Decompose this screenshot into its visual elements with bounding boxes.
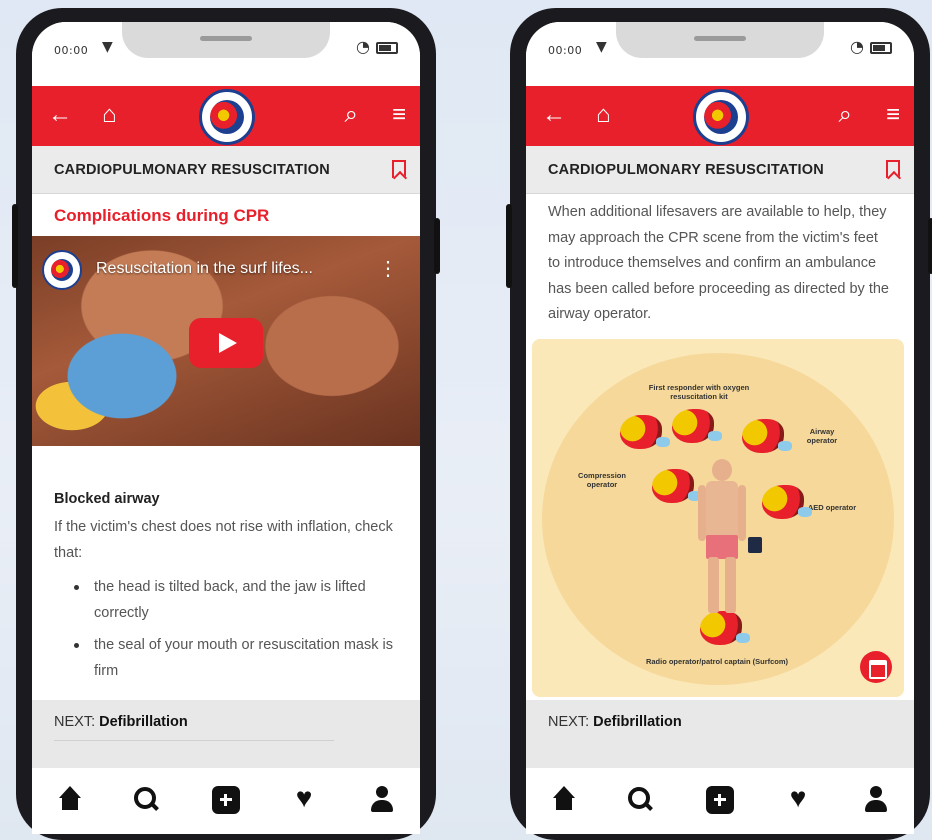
wifi-icon: ◔ (850, 37, 864, 56)
nav-profile-icon[interactable] (862, 786, 890, 814)
back-arrow-icon[interactable]: ← (48, 100, 72, 130)
next-prefix: NEXT: (54, 714, 100, 730)
back-arrow-icon[interactable]: ← (542, 100, 566, 130)
battery-icon (870, 42, 892, 54)
nav-home-icon[interactable] (550, 786, 578, 814)
victim-head (712, 459, 732, 481)
status-time: 00:00 (54, 44, 89, 57)
nav-add-icon[interactable] (706, 786, 734, 814)
nav-heart-icon[interactable]: ♥ (784, 784, 812, 814)
article-subheading: Blocked airway (54, 491, 160, 507)
status-time: 00:00 (548, 44, 583, 57)
next-link[interactable]: NEXT: Defibrillation (54, 714, 188, 730)
home-icon[interactable]: ⌂ (102, 100, 117, 130)
bottom-nav: ♥ (526, 768, 914, 834)
page-title-bar: CARDIOPULMONARY RESUSCITATION (32, 146, 420, 194)
status-bar: 00:00 ▼ ◔ (32, 22, 420, 86)
next-link[interactable]: NEXT: Defibrillation (548, 714, 682, 730)
battery-icon (376, 42, 398, 54)
next-link-bar[interactable]: NEXT: Defibrillation (32, 700, 420, 768)
menu-icon[interactable]: ≡ (886, 100, 900, 130)
expand-image-button[interactable] (860, 651, 892, 683)
logo-emblem (704, 100, 738, 134)
app-bar: ← ⌂ ⌕ ≡ (32, 86, 420, 146)
victim-body (706, 481, 738, 541)
rescuer-figure (762, 485, 812, 519)
section-heading: Complications during CPR (54, 206, 270, 225)
label-airway-operator: Airway operator (806, 427, 838, 445)
logo[interactable] (693, 89, 749, 145)
nav-search-icon[interactable] (626, 786, 654, 814)
bookmark-icon[interactable] (392, 160, 406, 178)
side-button (434, 218, 440, 274)
page-title: CARDIOPULMONARY RESUSCITATION (54, 162, 330, 178)
search-icon[interactable]: ⌕ (345, 100, 358, 130)
play-button[interactable] (189, 318, 263, 368)
app-bar: ← ⌂ ⌕ ≡ (526, 86, 914, 146)
logo-emblem (210, 100, 244, 134)
rescuer-figure (700, 611, 750, 645)
signal-icon: ▼ (596, 39, 607, 55)
speaker (200, 36, 252, 41)
notch (616, 22, 824, 58)
aed-device (748, 537, 762, 553)
rescuer-figure (620, 415, 670, 449)
nav-heart-icon[interactable]: ♥ (290, 784, 318, 814)
video-player[interactable]: Resuscitation in the surf lifes... ⋮ (32, 236, 420, 446)
next-link-bar[interactable]: NEXT: Defibrillation (526, 700, 914, 768)
screen-left: 00:00 ▼ ◔ ← ⌂ ⌕ ≡ CARDIOPULMONARY RESUSC… (32, 22, 420, 834)
phone-right: 00:00 ▼ ◔ ← ⌂ ⌕ ≡ CARDIOPULMONARY RESUSC… (506, 8, 932, 840)
label-radio-operator: Radio operator/patrol captain (Surfcom) (645, 657, 789, 666)
signal-icon: ▼ (102, 39, 113, 55)
nav-search-icon[interactable] (132, 786, 160, 814)
victim-shorts (706, 535, 738, 559)
next-prefix: NEXT: (548, 714, 594, 730)
article-intro: If the victim's chest does not rise with… (54, 519, 393, 561)
status-bar: 00:00 ▼ ◔ (526, 22, 914, 86)
label-compression-operator: Compression operator (578, 471, 626, 489)
more-options-icon[interactable]: ⋮ (378, 256, 398, 281)
logo[interactable] (199, 89, 255, 145)
victim-leg (708, 557, 719, 613)
wifi-icon: ◔ (356, 37, 370, 56)
side-button (12, 204, 18, 288)
rescuer-figure (742, 419, 792, 453)
article-body: Blocked airway If the victim's chest doe… (32, 446, 420, 684)
rescuer-figure (652, 469, 702, 503)
nav-home-icon[interactable] (56, 786, 84, 814)
next-label: Defibrillation (99, 714, 188, 730)
victim-arm (698, 485, 706, 541)
nav-add-icon[interactable] (212, 786, 240, 814)
bottom-nav: ♥ (32, 768, 420, 834)
menu-icon[interactable]: ≡ (392, 100, 406, 130)
side-button (928, 218, 932, 274)
article-paragraph: When additional lifesavers are available… (548, 204, 889, 322)
victim-arm (738, 485, 746, 541)
victim-leg (725, 557, 736, 613)
side-button (506, 204, 512, 288)
notch (122, 22, 330, 58)
rescuer-figure (672, 409, 722, 443)
phone-left: 00:00 ▼ ◔ ← ⌂ ⌕ ≡ CARDIOPULMONARY RESUSC… (12, 8, 440, 840)
bullet-list: the head is tilted back, and the jaw is … (54, 574, 398, 684)
nav-profile-icon[interactable] (368, 786, 396, 814)
search-icon[interactable]: ⌕ (839, 100, 852, 130)
label-first-responder: First responder with oxygen resuscitatio… (648, 383, 750, 401)
channel-logo[interactable] (42, 250, 82, 290)
screen-right: 00:00 ▼ ◔ ← ⌂ ⌕ ≡ CARDIOPULMONARY RESUSC… (526, 22, 914, 834)
video-title[interactable]: Resuscitation in the surf lifes... (96, 260, 376, 278)
page-title-bar: CARDIOPULMONARY RESUSCITATION (526, 146, 914, 194)
next-label: Defibrillation (593, 714, 682, 730)
list-item: the head is tilted back, and the jaw is … (54, 574, 398, 626)
speaker (694, 36, 746, 41)
list-item: the seal of your mouth or resuscitation … (54, 632, 398, 684)
cpr-team-illustration: First responder with oxygen resuscitatio… (532, 339, 904, 697)
bookmark-icon[interactable] (886, 160, 900, 178)
divider (54, 740, 334, 741)
home-icon[interactable]: ⌂ (596, 100, 611, 130)
page-title: CARDIOPULMONARY RESUSCITATION (548, 162, 824, 178)
